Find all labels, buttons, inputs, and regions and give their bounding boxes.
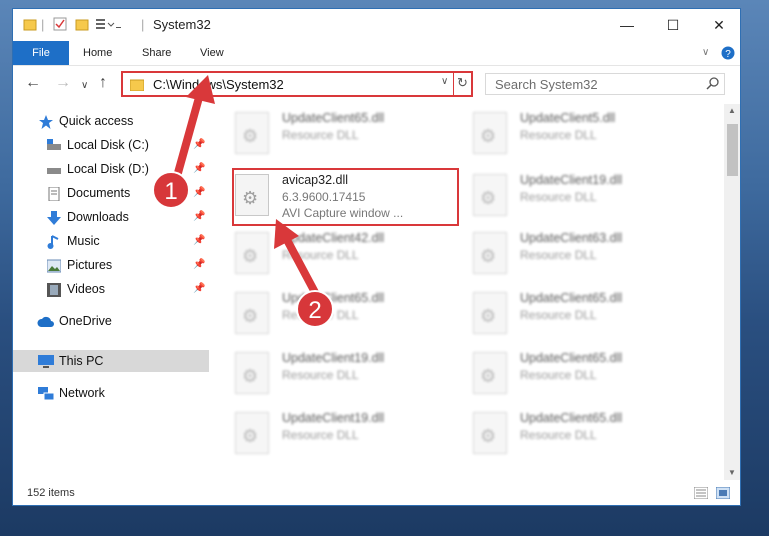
arrow-1 — [172, 90, 204, 184]
step-badge-2: 2 — [296, 290, 334, 328]
step-badge-1: 1 — [152, 171, 190, 209]
arrow-2 — [282, 234, 322, 302]
annotation-arrows — [172, 75, 322, 302]
arrow-1-head — [186, 75, 215, 104]
